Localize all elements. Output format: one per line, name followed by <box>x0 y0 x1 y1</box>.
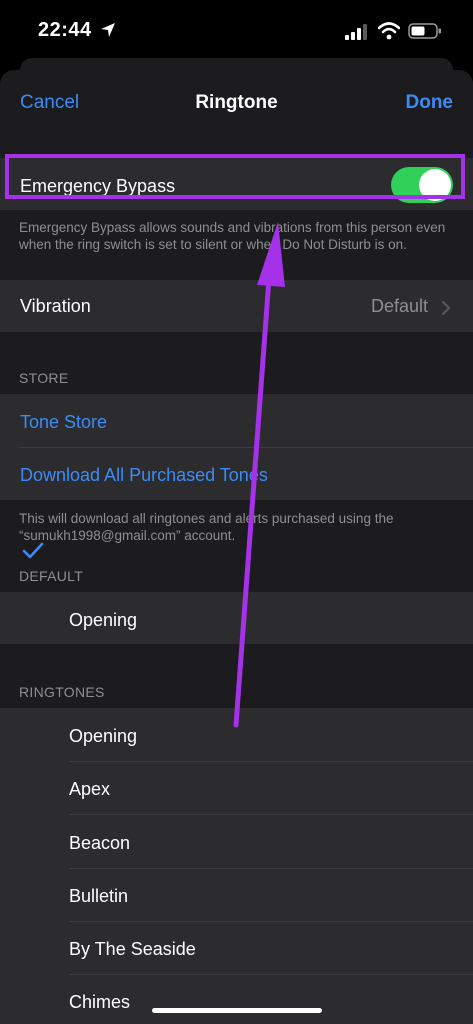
ringtone-sheet: Cancel Ringtone Done Emergency Bypass Em… <box>0 70 473 1024</box>
ringtone-item-bulletin[interactable]: Bulletin <box>69 886 128 907</box>
checkmark-icon <box>22 542 44 559</box>
vibration-label: Vibration <box>20 296 91 316</box>
default-ringtone-label: Opening <box>69 610 138 630</box>
divider <box>69 814 473 815</box>
home-indicator <box>152 1008 322 1013</box>
store-footnote: This will download all ringtones and ale… <box>19 511 394 543</box>
ringtones-group <box>0 708 473 1024</box>
page-title: Ringtone <box>195 92 278 113</box>
wifi-icon <box>378 22 400 40</box>
download-all-tones-link[interactable]: Download All Purchased Tones <box>20 465 268 486</box>
divider <box>20 447 473 448</box>
status-bar: 22:44 <box>0 0 473 62</box>
ringtone-item-apex[interactable]: Apex <box>69 779 110 800</box>
ringtone-item-chimes[interactable]: Chimes <box>69 992 130 1013</box>
highlight-box <box>5 154 465 199</box>
vibration-value: Default <box>371 296 429 316</box>
battery-icon <box>408 23 441 39</box>
ringtone-item-opening[interactable]: Opening <box>69 726 137 747</box>
emergency-bypass-description: Emergency Bypass allows sounds and vibra… <box>19 220 446 252</box>
default-header: DEFAULT <box>19 568 84 584</box>
divider <box>69 868 473 869</box>
ringtones-header: RINGTONES <box>19 684 105 700</box>
status-time: 22:44 <box>38 19 92 41</box>
location-arrow-icon <box>101 23 115 37</box>
divider <box>69 761 473 762</box>
done-button[interactable]: Done <box>406 92 454 114</box>
ringtone-item-by-the-seaside[interactable]: By The Seaside <box>69 939 196 960</box>
chevron-right-icon <box>442 301 450 315</box>
tone-store-link[interactable]: Tone Store <box>20 412 107 433</box>
store-header: STORE <box>19 370 69 386</box>
cellular-signal-icon <box>345 24 367 40</box>
divider <box>69 921 473 922</box>
navigation-bar: Cancel Ringtone Done <box>0 70 473 138</box>
divider <box>69 974 473 975</box>
ringtone-item-beacon[interactable]: Beacon <box>69 833 130 854</box>
